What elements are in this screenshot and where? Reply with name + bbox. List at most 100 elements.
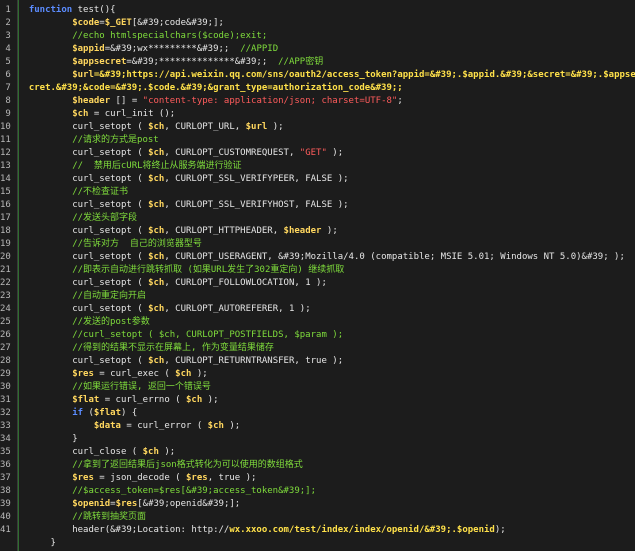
line-number: 9 — [5, 109, 11, 119]
code-token: $ch — [148, 122, 165, 132]
code-token: $res — [72, 369, 94, 379]
code-line[interactable]: curl_setopt ( $ch, CURLOPT_HTTPHEADER, $… — [29, 225, 635, 238]
code-token: curl_setopt ( — [28, 252, 149, 262]
code-line[interactable]: $flat = curl_errno ( $ch ); — [29, 394, 635, 407]
code-token: = curl_error ( — [120, 421, 208, 431]
code-token: , true ); — [207, 473, 257, 483]
code-line[interactable]: $res = curl_exec ( $ch ); — [29, 368, 635, 381]
code-token: , CURLOPT_RETURNTRANSFER, true ); — [164, 356, 344, 366]
code-line[interactable]: $code=$_GET[&#39;code&#39;]; — [29, 17, 635, 30]
code-line[interactable]: //拿到了返回结果后json格式转化为可以使用的数组格式 — [29, 459, 635, 472]
code-area[interactable]: function test(){ $code=$_GET[&#39;code&#… — [17, 0, 635, 551]
code-token: = json_decode ( — [93, 473, 187, 483]
code-line[interactable]: //发送的post参数 — [29, 316, 635, 329]
code-line[interactable]: //不检查证书 — [29, 186, 635, 199]
line-number: 36 — [0, 460, 11, 470]
line-number: 13 — [0, 161, 11, 171]
code-line[interactable]: curl_setopt ( $ch, CURLOPT_SSL_VERIFYHOS… — [29, 199, 635, 212]
code-line[interactable]: //即表示自动进行跳转抓取 (如果URL发生了302重定向) 继续抓取 — [29, 264, 635, 277]
code-token: , CURLOPT_AUTOREFERER, 1 ); — [164, 304, 311, 314]
code-token: curl_setopt ( — [28, 278, 149, 288]
code-token: header(&#39;Location: http:// — [28, 525, 230, 535]
code-line[interactable]: curl_close ( $ch ); — [29, 446, 635, 459]
code-line[interactable]: curl_setopt ( $ch, CURLOPT_URL, $url ); — [29, 121, 635, 134]
code-line[interactable]: $appsecret=&#39;**************&#39;; //A… — [29, 56, 635, 69]
code-token: ) { — [120, 408, 138, 418]
code-line[interactable]: //curl_setopt ( $ch, CURLOPT_POSTFIELDS,… — [29, 329, 635, 342]
code-line[interactable]: curl_setopt ( $ch, CURLOPT_RETURNTRANSFE… — [29, 355, 635, 368]
code-token: $ch — [148, 200, 165, 210]
code-token: $flat — [93, 408, 121, 418]
code-token: //拿到了返回结果后json格式转化为可以使用的数组格式 — [28, 460, 303, 470]
code-token: $ch — [148, 148, 165, 158]
code-line[interactable]: //请求的方式是post — [29, 134, 635, 147]
code-token: //请求的方式是post — [28, 135, 159, 145]
line-number: 39 — [0, 499, 11, 509]
code-token: $ch — [148, 252, 165, 262]
code-line[interactable]: header(&#39;Location: http://wx.xxoo.com… — [29, 524, 635, 537]
code-token: $code — [72, 18, 100, 28]
code-line[interactable]: //如果运行错误, 返回一个错误号 — [29, 381, 635, 394]
code-line[interactable]: //跳转到抽奖页面 — [29, 511, 635, 524]
line-number: 7 — [5, 83, 11, 93]
code-line[interactable]: cret.&#39;&code=&#39;.$code.&#39;&grant_… — [29, 82, 635, 95]
code-line[interactable]: if ($flat) { — [29, 407, 635, 420]
code-line[interactable]: } — [29, 537, 635, 550]
code-token: ); — [326, 148, 344, 158]
line-number: 30 — [0, 382, 11, 392]
line-number: 22 — [0, 278, 11, 288]
line-number: 8 — [5, 96, 11, 106]
code-token: curl_setopt ( — [28, 174, 149, 184]
code-line[interactable]: //自动重定向开启 — [29, 290, 635, 303]
code-token: //如果运行错误, 返回一个错误号 — [28, 382, 211, 392]
line-number: 19 — [0, 239, 11, 249]
code-line[interactable]: //$access_token=$res[&#39;access_token&#… — [29, 485, 635, 498]
code-line[interactable]: curl_setopt ( $ch, CURLOPT_AUTOREFERER, … — [29, 303, 635, 316]
line-number: 40 — [0, 512, 11, 522]
code-line[interactable]: function test(){ — [29, 4, 635, 17]
code-line[interactable]: //echo htmlspecialchars($code);exit; — [29, 30, 635, 43]
code-line[interactable]: // 禁用后cURL将终止从服务端进行验证 — [29, 160, 635, 173]
code-token: $data — [93, 421, 121, 431]
line-number: 37 — [0, 473, 11, 483]
code-line[interactable]: //告诉对方 自己的浏览器型号 — [29, 238, 635, 251]
code-line[interactable]: $url=&#39;https://api.weixin.qq.com/sns/… — [29, 69, 635, 82]
line-number: 41 — [0, 525, 11, 535]
code-token: $ch — [72, 109, 89, 119]
line-number: 5 — [5, 57, 11, 67]
code-token: $_GET — [104, 18, 132, 28]
code-line[interactable]: curl_setopt ( $ch, CURLOPT_CUSTOMREQUEST… — [29, 147, 635, 160]
line-number: 17 — [0, 213, 11, 223]
code-line[interactable]: curl_setopt ( $ch, CURLOPT_USERAGENT, &#… — [29, 251, 635, 264]
code-line[interactable]: $res = json_decode ( $res, true ); — [29, 472, 635, 485]
line-number: 10 — [0, 122, 11, 132]
code-token: $appid — [72, 44, 105, 54]
code-line[interactable]: //得到的结果不显示在屏幕上, 作为变量结果储存 — [29, 342, 635, 355]
code-token: $ch — [148, 174, 165, 184]
code-line[interactable]: $ch = curl_init (); — [29, 108, 635, 121]
code-token: $res — [186, 473, 208, 483]
code-line[interactable]: $data = curl_error ( $ch ); — [29, 420, 635, 433]
line-number: 35 — [0, 447, 11, 457]
code-line[interactable]: curl_setopt ( $ch, CURLOPT_FOLLOWLOCATIO… — [29, 277, 635, 290]
line-number: 2 — [5, 18, 11, 28]
line-number: 32 — [0, 408, 11, 418]
code-line[interactable]: $appid=&#39;wx*********&#39;; //APPID — [29, 43, 635, 56]
line-number: 26 — [0, 330, 11, 340]
code-editor[interactable]: 1 2 3 4 5 6 7 8 9 10 11 12 13 14 15 16 17 18 19 20 21 22 23 24 2… — [0, 0, 635, 551]
code-line[interactable]: $header [] = "content-type: application/… — [29, 95, 635, 108]
code-line[interactable]: } — [29, 433, 635, 446]
code-token: //APPID — [240, 44, 279, 54]
line-number: 11 — [0, 135, 11, 145]
code-line[interactable]: //发送头部字段 — [29, 212, 635, 225]
code-token: //echo htmlspecialchars($code);exit; — [28, 31, 268, 41]
code-line[interactable]: curl_setopt ( $ch, CURLOPT_SSL_VERIFYPEE… — [29, 173, 635, 186]
code-line[interactable]: $openid=$res[&#39;openid&#39;]; — [29, 498, 635, 511]
